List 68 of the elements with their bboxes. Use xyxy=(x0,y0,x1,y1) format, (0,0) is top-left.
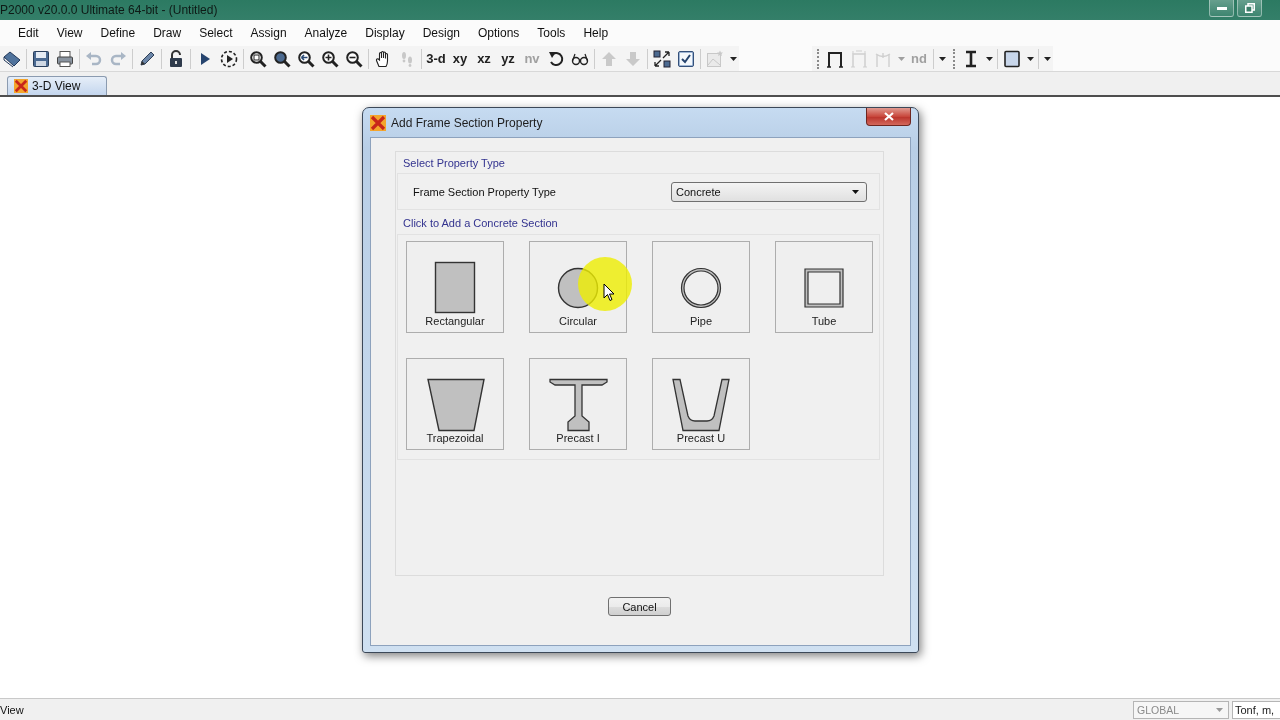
close-button[interactable] xyxy=(866,108,911,126)
view-tab[interactable]: 3-D View xyxy=(7,76,107,95)
book-icon[interactable] xyxy=(3,49,21,68)
menu-item[interactable]: Edit xyxy=(9,26,48,40)
property-type-dropdown[interactable]: Concrete xyxy=(671,181,867,202)
i-girder-section-icon xyxy=(546,378,610,432)
pencil-icon[interactable] xyxy=(138,49,156,68)
magnifier-icon[interactable] xyxy=(273,49,291,68)
dialog-title: Add Frame Section Property xyxy=(391,115,543,130)
grip-handle[interactable] xyxy=(817,48,819,69)
menu-item[interactable]: Analyze xyxy=(295,26,357,40)
field-label: Frame Section Property Type xyxy=(413,185,556,198)
restore-icon xyxy=(1244,3,1255,13)
menu-item[interactable]: View xyxy=(47,26,92,40)
caret-icon[interactable] xyxy=(938,56,946,61)
menu-item[interactable]: Help xyxy=(574,26,618,40)
section-button[interactable]: Precast I xyxy=(529,358,627,450)
caret-icon[interactable] xyxy=(1043,56,1051,61)
zoom-out-icon[interactable] xyxy=(345,49,363,68)
zoom-in-icon[interactable] xyxy=(321,49,339,68)
section-button[interactable]: Tube xyxy=(775,241,873,333)
mouse-pointer-icon xyxy=(603,283,615,302)
section-button[interactable]: Precast U xyxy=(652,358,750,450)
cancel-button[interactable]: Cancel xyxy=(608,597,671,616)
toolbar-button[interactable]: xy xyxy=(448,46,472,71)
menu-item[interactable]: Define xyxy=(91,26,145,40)
menu-item[interactable]: Draw xyxy=(144,26,191,40)
toolbar-button[interactable]: 3-d xyxy=(424,46,448,71)
caret-icon xyxy=(1216,707,1223,712)
menu-item[interactable]: Select xyxy=(190,26,242,40)
section-button[interactable]: Pipe xyxy=(652,241,750,333)
minimize-icon xyxy=(1216,6,1227,10)
arrows-squares-icon[interactable] xyxy=(653,49,671,68)
menu-item[interactable]: Assign xyxy=(241,26,296,40)
play-circle-icon[interactable] xyxy=(220,49,238,68)
menu-item[interactable]: Design xyxy=(413,26,469,40)
zoom-window-icon[interactable] xyxy=(249,49,267,68)
printer-icon[interactable] xyxy=(56,49,74,68)
units-field[interactable]: Tonf, m, xyxy=(1232,700,1280,719)
save-icon[interactable] xyxy=(32,49,50,68)
checkbox-icon[interactable] xyxy=(677,49,695,68)
group-heading: Click to Add a Concrete Section xyxy=(403,217,558,230)
menu-item[interactable]: Options xyxy=(469,26,529,40)
square-frame-icon[interactable] xyxy=(1003,49,1021,68)
rotate-icon[interactable] xyxy=(547,49,565,68)
restore-button[interactable] xyxy=(1237,0,1262,17)
caret-icon[interactable] xyxy=(729,56,737,61)
u-section-icon xyxy=(669,378,733,432)
grip-handle[interactable] xyxy=(953,48,955,69)
group-heading: Select Property Type xyxy=(403,157,505,170)
portal-frame-icon[interactable] xyxy=(826,49,844,68)
close-icon xyxy=(883,112,894,121)
section-button[interactable]: Rectangular xyxy=(406,241,504,333)
toolbar-button[interactable]: xz xyxy=(472,46,496,71)
caret-icon[interactable] xyxy=(1026,56,1034,61)
x-logo-icon xyxy=(370,114,386,131)
padlock-icon[interactable] xyxy=(167,49,185,68)
x-logo-icon xyxy=(14,79,28,93)
toolbar-button[interactable]: yz xyxy=(496,46,520,71)
section-button[interactable]: Trapezoidal xyxy=(406,358,504,450)
caret-icon[interactable] xyxy=(985,56,993,61)
menu-item[interactable]: Tools xyxy=(528,26,575,40)
zoom-back-icon[interactable] xyxy=(297,49,315,68)
minimize-button[interactable] xyxy=(1209,0,1234,17)
status-text: View xyxy=(0,703,24,716)
menu-item[interactable]: Display xyxy=(356,26,414,40)
window-title: P2000 v20.0.0 Ultimate 64-bit - (Untitled) xyxy=(0,3,218,17)
caret-icon xyxy=(852,189,859,194)
